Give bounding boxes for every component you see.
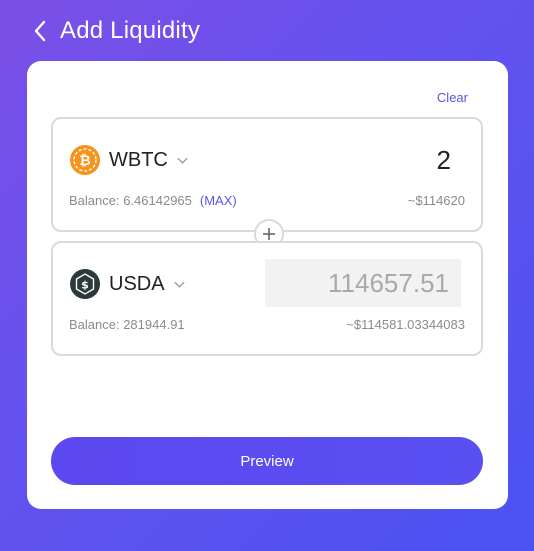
token-a-usd-value: ~$114620: [407, 193, 465, 208]
token-b-symbol: USDA: [109, 272, 165, 295]
token-b-box: $ USDA Balance: 281944.91 ~$114581.03344…: [51, 241, 483, 356]
token-a-amount-input[interactable]: [331, 145, 451, 176]
svg-text:$: $: [81, 279, 89, 292]
usda-logo-icon: $: [70, 269, 100, 299]
page-title: Add Liquidity: [60, 17, 201, 44]
token-b-amount-input[interactable]: [265, 259, 461, 307]
max-button[interactable]: (MAX): [200, 193, 237, 208]
chevron-down-icon: [177, 157, 188, 164]
token-a-symbol: WBTC: [109, 148, 168, 171]
token-a-balance-row: Balance: 6.46142965 (MAX): [69, 193, 237, 208]
token-b-balance-row: Balance: 281944.91: [69, 317, 185, 332]
header: Add Liquidity: [30, 14, 200, 48]
chevron-left-icon: [34, 20, 46, 42]
preview-button[interactable]: Preview: [51, 437, 483, 485]
token-b-usd-value: ~$114581.03344083: [346, 317, 465, 332]
plus-icon: [263, 228, 275, 240]
clear-button[interactable]: Clear: [437, 90, 468, 105]
liquidity-card: Clear ₿ WBTC Balance: 6.46142965 (MAX) ~…: [27, 61, 508, 509]
wbtc-logo-icon: ₿: [70, 145, 100, 175]
token-a-box: ₿ WBTC Balance: 6.46142965 (MAX) ~$11462…: [51, 117, 483, 232]
back-button[interactable]: [30, 16, 50, 46]
token-a-selector[interactable]: ₿ WBTC: [69, 143, 189, 177]
token-b-balance: Balance: 281944.91: [69, 317, 185, 332]
token-a-balance: Balance: 6.46142965: [69, 193, 192, 208]
token-b-selector[interactable]: $ USDA: [69, 267, 186, 301]
chevron-down-icon: [173, 281, 185, 288]
svg-text:₿: ₿: [79, 153, 90, 169]
